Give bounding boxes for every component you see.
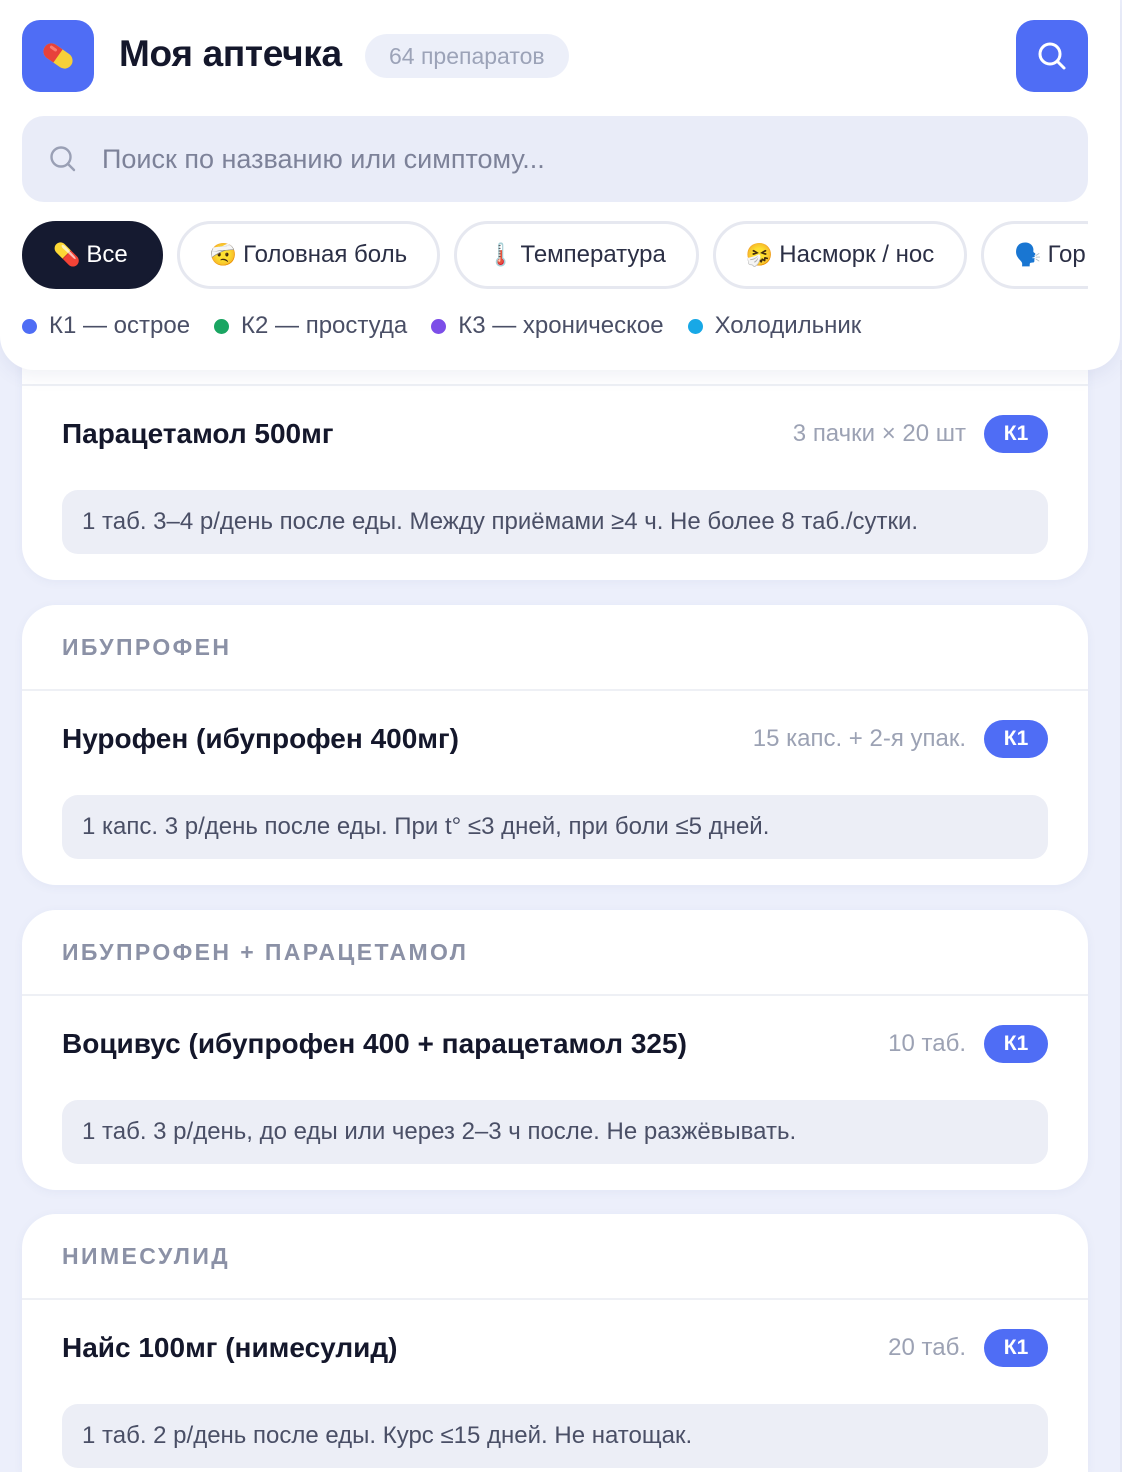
symptom-filter-bar[interactable]: 💊 Все 🤕 Головная боль 🌡️ Температура 🤧 Н…: [22, 221, 1088, 293]
category-badge: К1: [984, 720, 1048, 758]
speaking-head-icon: 🗣️: [1014, 242, 1042, 267]
legend-dot: [431, 318, 447, 334]
drug-row[interactable]: Нурофен (ибупрофен 400мг) 15 капс. + 2-я…: [22, 691, 1088, 787]
category-badge: К1: [984, 415, 1048, 453]
drug-quantity: 15 капс. + 2-я упак.: [752, 725, 966, 752]
filter-chip-headache[interactable]: 🤕 Головная боль: [176, 221, 441, 289]
search-bar[interactable]: [22, 116, 1088, 202]
drug-quantity: 3 пачки × 20 шт: [792, 420, 966, 447]
pill-icon: [43, 43, 73, 69]
legend-label: Холодильник: [714, 312, 862, 339]
drug-name: Воцивус (ибупрофен 400 + парацетамол 325…: [62, 1028, 687, 1059]
chip-label: Гор: [1047, 241, 1086, 268]
search-button[interactable]: [1016, 20, 1088, 92]
chip-label: Насморк / нос: [779, 241, 935, 268]
app-header: Моя аптечка 64 препаратов 💊 Все 🤕 Головн…: [0, 0, 1120, 370]
legend-dot: [22, 318, 37, 334]
category-badge: К1: [984, 1025, 1048, 1063]
drug-name: Нурофен (ибупрофен 400мг): [62, 723, 459, 754]
card-category: ИБУПРОФЕН + ПАРАЦЕТАМОЛ: [22, 910, 1088, 996]
medicine-count-badge: 64 препаратов: [365, 34, 569, 78]
drug-card-vocivus[interactable]: ИБУПРОФЕН + ПАРАЦЕТАМОЛ Воцивус (ибупроф…: [22, 910, 1088, 1190]
chip-label: Головная боль: [243, 241, 408, 268]
app-logo: [22, 20, 94, 92]
search-icon: [1038, 42, 1066, 70]
drug-card-nurofen[interactable]: ИБУПРОФЕН Нурофен (ибупрофен 400мг) 15 к…: [22, 605, 1088, 885]
drug-card-nise[interactable]: НИМЕСУЛИД Найс 100мг (нимесулид) 20 таб.…: [22, 1214, 1088, 1472]
drug-row[interactable]: Парацетамол 500мг 3 пачки × 20 шт К1: [22, 386, 1088, 482]
legend-label: К1 — острое: [49, 312, 191, 339]
chip-label: Все: [86, 241, 128, 268]
filter-chip-runny-nose[interactable]: 🤧 Насморк / нос: [712, 221, 968, 289]
drug-quantity: 20 таб.: [888, 1334, 966, 1361]
thermometer-icon: 🌡️: [487, 242, 515, 267]
dosage-instructions: 1 таб. 3–4 р/день после еды. Между приём…: [62, 490, 1048, 554]
head-bandage-icon: 🤕: [209, 242, 238, 267]
card-category: ИБУПРОФЕН: [22, 605, 1088, 691]
legend-dot: [214, 318, 230, 334]
category-legend: К1 — острое К2 — простуда К3 — хроническ…: [22, 312, 885, 340]
drug-row[interactable]: Воцивус (ибупрофен 400 + парацетамол 325…: [22, 996, 1088, 1092]
legend-label: К3 — хроническое: [458, 312, 664, 339]
filter-chip-temperature[interactable]: 🌡️ Температура: [454, 221, 699, 289]
filter-chip-all[interactable]: 💊 Все: [22, 221, 163, 289]
search-icon: [48, 144, 78, 174]
legend-item-k2: К2 — простуда: [214, 312, 407, 340]
filter-chip-throat[interactable]: 🗣️ Гор: [981, 221, 1088, 289]
drug-name: Парацетамол 500мг: [62, 418, 334, 449]
dosage-instructions: 1 таб. 3 р/день, до еды или через 2–3 ч …: [62, 1100, 1048, 1164]
sneezing-face-icon: 🤧: [745, 242, 774, 267]
dosage-instructions: 1 таб. 2 р/день после еды. Курс ≤15 дней…: [62, 1404, 1048, 1468]
legend-item-k1: К1 — острое: [22, 312, 190, 340]
legend-dot: [687, 318, 703, 334]
pill-icon: 💊: [53, 242, 81, 267]
drug-row[interactable]: Найс 100мг (нимесулид) 20 таб. К1: [22, 1300, 1088, 1396]
category-badge: К1: [984, 1329, 1048, 1367]
dosage-instructions: 1 капс. 3 р/день после еды. При t° ≤3 дн…: [62, 795, 1048, 859]
legend-item-fridge: Холодильник: [687, 312, 862, 340]
legend-item-k3: К3 — хроническое: [431, 312, 664, 340]
legend-label: К2 — простуда: [241, 312, 408, 339]
card-category: НИМЕСУЛИД: [22, 1214, 1088, 1300]
chip-label: Температура: [520, 241, 666, 268]
search-input[interactable]: [102, 129, 1088, 189]
drug-name: Найс 100мг (нимесулид): [62, 1332, 398, 1363]
drug-quantity: 10 таб.: [888, 1030, 966, 1057]
app-title: Моя аптечка: [119, 33, 342, 74]
